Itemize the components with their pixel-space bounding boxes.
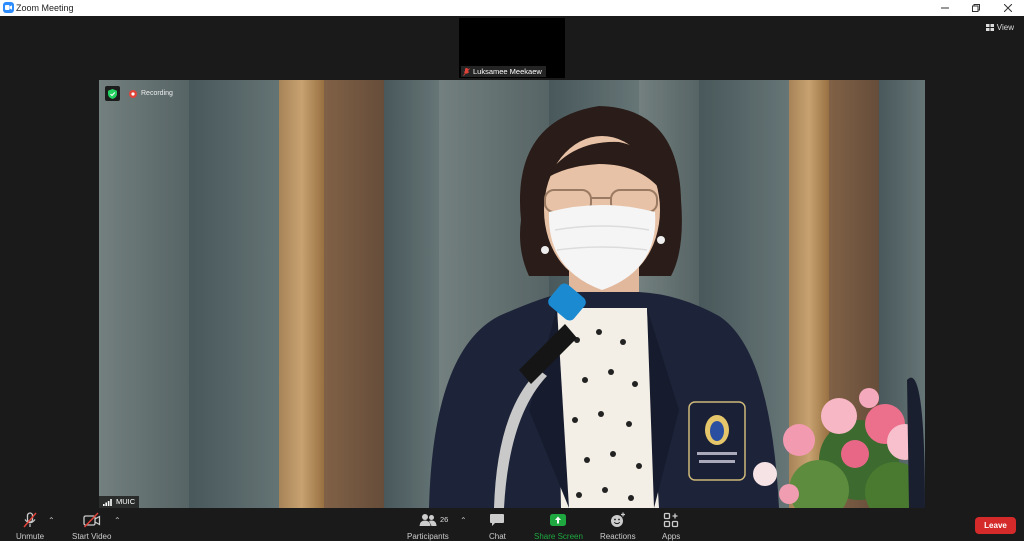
chat-icon (490, 514, 505, 526)
view-button[interactable]: View (985, 23, 1014, 32)
window-title: Zoom Meeting (16, 3, 74, 13)
zoom-app-icon (3, 2, 14, 13)
participants-options-chevron-up-icon[interactable]: ⌃ (460, 516, 467, 525)
participants-count: 26 (440, 515, 449, 524)
apps-icon (663, 512, 679, 528)
participants-icon (419, 514, 437, 526)
restore-button[interactable] (961, 0, 991, 16)
chat-label: Chat (489, 532, 506, 541)
unmute-label: Unmute (16, 532, 45, 541)
video-name-tag: MUIC (99, 496, 140, 508)
speaker-video-frame (99, 80, 925, 508)
video-options-chevron-up-icon[interactable]: ⌃ (114, 516, 121, 525)
video-off-icon (83, 512, 100, 528)
recording-indicator[interactable]: Recording (127, 87, 177, 100)
audio-options-chevron-up-icon[interactable]: ⌃ (48, 516, 55, 525)
reactions-smiley-icon (610, 512, 625, 527)
participant-thumbnail[interactable]: Luksamee Meekaew (459, 18, 565, 78)
shield-icon (108, 88, 117, 99)
main-video: Recording MUIC (99, 80, 925, 508)
reactions-button[interactable]: Reactions (600, 511, 636, 541)
chat-button[interactable]: Chat (489, 511, 506, 541)
participants-label: Participants (407, 532, 449, 541)
recording-label: Recording (141, 90, 173, 97)
thumbnail-participant-name: Luksamee Meekaew (473, 67, 542, 76)
start-video-label: Start Video (72, 532, 112, 541)
encryption-shield-icon[interactable] (105, 86, 120, 101)
meeting-toolbar: Unmute ⌃ Start Video ⌃ Participants 26 ⌃… (0, 508, 1024, 541)
restore-icon (972, 4, 980, 12)
share-screen-button[interactable]: Share Screen (534, 511, 583, 541)
minimize-icon (941, 7, 949, 9)
muted-mic-icon (463, 67, 470, 76)
minimize-button[interactable] (930, 0, 960, 16)
start-video-button[interactable]: Start Video (72, 511, 111, 541)
grid-view-icon (985, 24, 994, 31)
close-window-button[interactable] (993, 0, 1023, 16)
apps-button[interactable]: Apps (662, 511, 680, 541)
close-icon (1004, 4, 1012, 12)
reactions-label: Reactions (600, 532, 636, 541)
video-participant-name: MUIC (116, 497, 136, 506)
apps-label: Apps (662, 532, 681, 541)
thumbnail-name-tag: Luksamee Meekaew (461, 66, 546, 77)
share-screen-icon (550, 514, 567, 526)
window-titlebar: Zoom Meeting (0, 0, 1024, 16)
unmute-button[interactable]: Unmute (16, 511, 44, 541)
view-label: View (996, 23, 1014, 32)
signal-strength-icon (103, 498, 112, 506)
recording-icon (129, 89, 137, 98)
meeting-stage: View Luksamee Meekaew Recording MUIC (0, 16, 1024, 508)
share-screen-label: Share Screen (534, 532, 583, 541)
leave-button[interactable]: Leave (975, 517, 1016, 534)
muted-mic-icon (23, 512, 37, 528)
